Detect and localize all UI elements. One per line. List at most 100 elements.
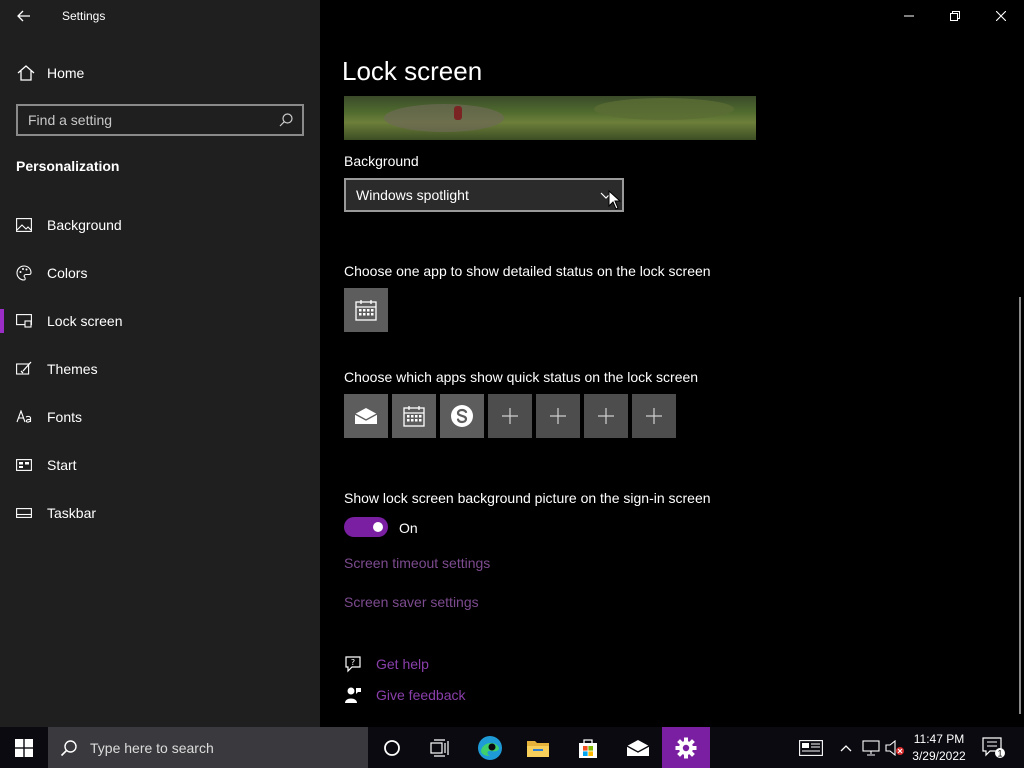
get-help-link[interactable]: Get help (376, 656, 429, 672)
sidebar-item-start[interactable]: Start (0, 441, 320, 489)
selection-indicator (0, 309, 4, 333)
sidebar-item-label: Taskbar (47, 505, 97, 521)
edge-icon (478, 735, 502, 760)
file-explorer-icon (527, 740, 549, 757)
search-icon (60, 739, 77, 756)
give-feedback-row[interactable]: Give feedback (344, 686, 466, 704)
background-dropdown[interactable]: Windows spotlight (344, 178, 624, 212)
plus-icon (550, 408, 566, 424)
network-icon (862, 739, 880, 756)
sidebar-item-label: Colors (47, 265, 88, 281)
sidebar-item-fonts[interactable]: Fonts (0, 393, 320, 441)
quick-status-add-tile[interactable] (632, 394, 676, 438)
font-icon (16, 409, 32, 425)
sidebar-item-background[interactable]: Background (0, 201, 320, 249)
detailed-status-label: Choose one app to show detailed status o… (344, 263, 711, 279)
minimize-icon (904, 15, 914, 17)
sidebar-item-label: Background (47, 217, 122, 233)
vertical-scrollbar[interactable] (1019, 297, 1021, 714)
quick-status-skype-tile[interactable] (440, 394, 484, 438)
store-button[interactable] (564, 727, 612, 768)
taskbar: 11:47 PM 3/29/2022 1 (0, 727, 1024, 768)
brush-icon (16, 361, 32, 377)
personalization-nav: Background Colors Lock screen Themes Fon… (0, 201, 320, 537)
quick-status-mail-tile[interactable] (344, 394, 388, 438)
store-icon (579, 738, 597, 758)
minimize-button[interactable] (886, 0, 932, 32)
app-title: Settings (62, 9, 106, 23)
image-icon (16, 217, 32, 233)
edge-button[interactable] (466, 727, 514, 768)
palette-icon (16, 265, 32, 281)
preview-rock (384, 104, 504, 132)
network-button[interactable] (860, 727, 882, 768)
quick-status-calendar-tile[interactable] (392, 394, 436, 438)
find-setting-search[interactable] (16, 104, 304, 136)
mail-button[interactable] (614, 727, 662, 768)
get-help-row[interactable]: ? Get help (344, 655, 429, 673)
notification-icon: 1 (982, 736, 1005, 758)
taskbar-search[interactable] (48, 727, 368, 768)
sidebar-item-taskbar[interactable]: Taskbar (0, 489, 320, 537)
page-title: Lock screen (342, 56, 483, 86)
lock-screen-preview-image (344, 96, 756, 140)
background-dropdown-value: Windows spotlight (356, 187, 469, 203)
task-view-button[interactable] (416, 727, 464, 768)
action-center-button[interactable]: 1 (978, 727, 1010, 768)
toggle-state-label: On (399, 520, 418, 536)
screen-saver-link[interactable]: Screen saver settings (344, 594, 479, 610)
back-button[interactable] (12, 4, 36, 28)
news-icon (799, 739, 823, 756)
settings-button[interactable] (662, 727, 710, 768)
detailed-status-app-tile[interactable] (344, 288, 388, 332)
plus-icon (646, 408, 662, 424)
cortana-button[interactable] (368, 727, 416, 768)
windows-logo-icon (15, 738, 33, 757)
preview-hiker (454, 106, 462, 120)
skype-icon (451, 405, 473, 427)
toggle-knob (373, 522, 383, 532)
home-label: Home (47, 65, 85, 81)
quick-status-add-tile[interactable] (584, 394, 628, 438)
preview-hill (594, 98, 734, 120)
plus-icon (502, 408, 518, 424)
news-widget-button[interactable] (794, 727, 828, 768)
sidebar-item-themes[interactable]: Themes (0, 345, 320, 393)
mail-icon (354, 408, 378, 424)
volume-button[interactable] (884, 727, 906, 768)
sidebar-item-label: Start (47, 457, 77, 473)
plus-icon (598, 408, 614, 424)
close-button[interactable] (978, 0, 1024, 32)
show-hidden-icons-button[interactable] (836, 727, 856, 768)
taskbar-search-input[interactable] (88, 738, 352, 757)
signin-picture-toggle[interactable] (344, 517, 388, 537)
calendar-icon (403, 406, 425, 427)
notification-count: 1 (997, 748, 1002, 758)
file-explorer-button[interactable] (514, 727, 562, 768)
settings-icon (675, 737, 697, 758)
volume-muted-icon (885, 739, 904, 756)
sidebar-item-lock-screen[interactable]: Lock screen (0, 297, 320, 345)
clock-time: 11:47 PM (913, 732, 965, 746)
quick-status-add-tile[interactable] (488, 394, 532, 438)
task-view-icon (430, 738, 449, 757)
help-chat-icon: ? (345, 656, 361, 673)
feedback-person-icon (345, 687, 361, 703)
start-button[interactable] (0, 727, 48, 768)
screen-timeout-link[interactable]: Screen timeout settings (344, 555, 490, 571)
restore-icon (950, 11, 960, 21)
mail-icon (626, 739, 650, 756)
back-arrow-icon (17, 10, 30, 22)
sidebar-item-colors[interactable]: Colors (0, 249, 320, 297)
mouse-cursor-icon (608, 190, 622, 210)
give-feedback-link[interactable]: Give feedback (376, 687, 466, 703)
close-icon (996, 11, 1006, 21)
find-setting-input[interactable] (18, 111, 278, 129)
restore-button[interactable] (932, 0, 978, 32)
sidebar-item-label: Fonts (47, 409, 83, 425)
home-link[interactable]: Home (16, 62, 84, 84)
search-icon[interactable] (278, 112, 294, 128)
clock[interactable]: 11:47 PM 3/29/2022 (906, 731, 972, 765)
quick-status-add-tile[interactable] (536, 394, 580, 438)
start-icon (16, 457, 32, 473)
